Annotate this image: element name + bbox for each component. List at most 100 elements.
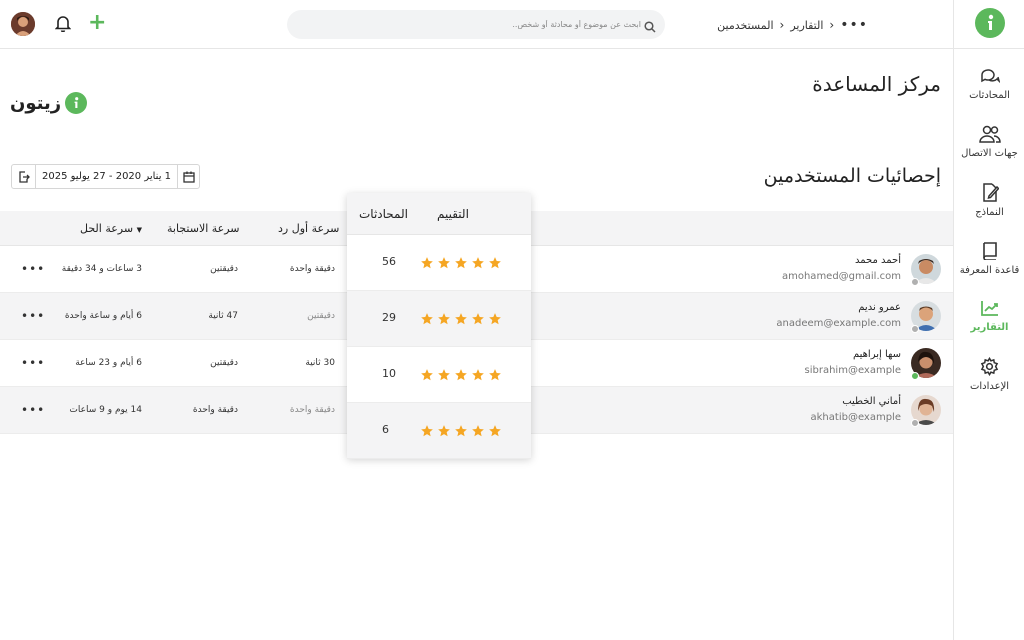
sidebar-item-label: المحادثات	[969, 90, 1010, 101]
first-reply-cell: دقيقتين	[307, 311, 335, 321]
star-icon	[437, 367, 451, 386]
export-button[interactable]	[12, 165, 36, 188]
rating-stars	[420, 423, 502, 442]
section-title: إحصائيات المستخدمين	[763, 165, 941, 187]
star-icon	[471, 367, 485, 386]
column-conversations[interactable]: المحادثات	[359, 207, 408, 221]
row-more-button[interactable]: •••	[21, 356, 45, 370]
star-icon	[488, 423, 502, 442]
conversations-count: 29	[382, 311, 396, 324]
conversations-count: 10	[382, 367, 396, 380]
star-icon	[454, 255, 468, 274]
search-input[interactable]	[301, 10, 641, 39]
user-email: akhatib@example	[810, 412, 901, 423]
resolution-cell: 3 ساعات و 34 دقيقة	[61, 264, 142, 274]
star-icon	[437, 423, 451, 442]
star-icon	[420, 311, 434, 330]
current-user-avatar[interactable]	[11, 12, 35, 36]
brand-name: زيتون	[10, 92, 62, 114]
rating-stars	[420, 311, 502, 330]
sidebar-item-contacts[interactable]: جهات الاتصال	[954, 125, 1024, 159]
user-name[interactable]: أماني الخطيب	[842, 396, 901, 407]
float-card-row: 56	[347, 235, 531, 291]
column-response[interactable]: سرعة الاستجابة	[167, 222, 240, 235]
star-icon	[488, 311, 502, 330]
response-cell: دقيقتين	[210, 264, 238, 274]
float-card-header: التقييم المحادثات	[347, 193, 531, 235]
star-icon	[488, 367, 502, 386]
conversations-count: 56	[382, 255, 396, 268]
star-icon	[420, 255, 434, 274]
dragged-columns-card[interactable]: التقييم المحادثات 56 29 10 6	[347, 193, 531, 459]
star-icon	[454, 367, 468, 386]
resolution-cell: 14 يوم و 9 ساعات	[69, 405, 142, 415]
first-reply-cell: دقيقة واحدة	[289, 264, 335, 274]
sidebar-item-reports[interactable]: التقارير	[954, 299, 1024, 333]
date-range-text: 1 يناير 2020 - 27 يوليو 2025	[42, 171, 172, 182]
user-name[interactable]: عمرو نديم	[858, 302, 901, 313]
search-bar[interactable]	[287, 10, 665, 39]
notifications-bell-icon[interactable]	[54, 15, 72, 36]
row-more-button[interactable]: •••	[21, 262, 45, 276]
column-first-reply[interactable]: سرعة أول رد	[278, 222, 339, 235]
sidebar-item-label: النماذج	[975, 207, 1004, 218]
user-email: amohamed@gmail.com	[781, 271, 901, 282]
first-reply-cell: دقيقة واحدة	[289, 405, 335, 415]
brand-logo-icon	[65, 92, 88, 114]
column-resolution[interactable]: ▼ سرعة الحل	[80, 222, 142, 235]
sort-down-icon: ▼	[136, 226, 142, 234]
app-logo-icon[interactable]	[975, 8, 1005, 38]
date-range-picker[interactable]: 1 يناير 2020 - 27 يوليو 2025	[11, 164, 201, 189]
column-rating[interactable]: التقييم	[437, 207, 469, 221]
chart-icon	[980, 301, 998, 316]
user-name[interactable]: أحمد محمد	[855, 255, 901, 266]
calendar-icon[interactable]	[177, 165, 199, 188]
page-title: مركز المساعدة	[812, 72, 941, 96]
chat-icon	[980, 69, 1000, 84]
row-more-button[interactable]: •••	[21, 309, 45, 323]
sidebar-item-label: قاعدة المعرفة	[959, 265, 1020, 276]
float-card-row: 29	[347, 291, 531, 347]
status-indicator	[911, 325, 919, 333]
sidebar-item-templates[interactable]: النماذج	[954, 183, 1024, 218]
float-card-row: 6	[347, 403, 531, 459]
breadcrumb-users: المستخدمين	[717, 18, 774, 32]
star-icon	[454, 311, 468, 330]
chevron-icon: ›	[779, 18, 785, 32]
resolution-cell: 6 أيام و ساعة واحدة	[64, 311, 142, 321]
templates-icon	[982, 183, 999, 202]
user-name[interactable]: سها إبراهيم	[853, 349, 901, 360]
star-icon	[437, 311, 451, 330]
sidebar-item-label: التقارير	[970, 322, 1009, 333]
row-more-button[interactable]: •••	[21, 403, 45, 417]
sidebar-item-knowledge-base[interactable]: قاعدة المعرفة	[954, 241, 1024, 276]
sidebar-item-label: الإعدادات	[969, 381, 1010, 392]
sidebar-item-settings[interactable]: الإعدادات	[954, 357, 1024, 392]
chevron-icon: ›	[829, 18, 835, 32]
breadcrumb-more-button[interactable]: •••	[840, 17, 868, 33]
contacts-icon	[978, 125, 1001, 143]
rating-stars	[420, 255, 502, 274]
star-icon	[437, 255, 451, 274]
first-reply-cell: 30 ثانية	[305, 358, 335, 368]
star-icon	[420, 367, 434, 386]
star-icon	[471, 255, 485, 274]
conversations-count: 6	[382, 423, 389, 436]
star-icon	[471, 423, 485, 442]
breadcrumb-reports[interactable]: التقارير	[790, 19, 823, 32]
sidebar-item-label: جهات الاتصال	[961, 148, 1018, 159]
resolution-cell: 6 أيام و 23 ساعة	[75, 358, 142, 368]
book-icon	[982, 242, 997, 260]
search-icon	[644, 18, 656, 37]
column-resolution-label: سرعة الحل	[80, 222, 134, 235]
status-indicator	[911, 419, 919, 427]
sidebar-item-conversations[interactable]: المحادثات	[954, 67, 1024, 101]
star-icon	[454, 423, 468, 442]
rating-stars	[420, 367, 502, 386]
top-bar: + ••• › التقارير › المستخدمين	[0, 0, 953, 49]
export-icon	[18, 170, 30, 183]
user-email: sibrahim@example	[804, 365, 901, 376]
response-cell: دقيقة واحدة	[192, 405, 238, 415]
add-button[interactable]: +	[88, 12, 106, 34]
response-cell: 47 ثانية	[208, 311, 238, 321]
